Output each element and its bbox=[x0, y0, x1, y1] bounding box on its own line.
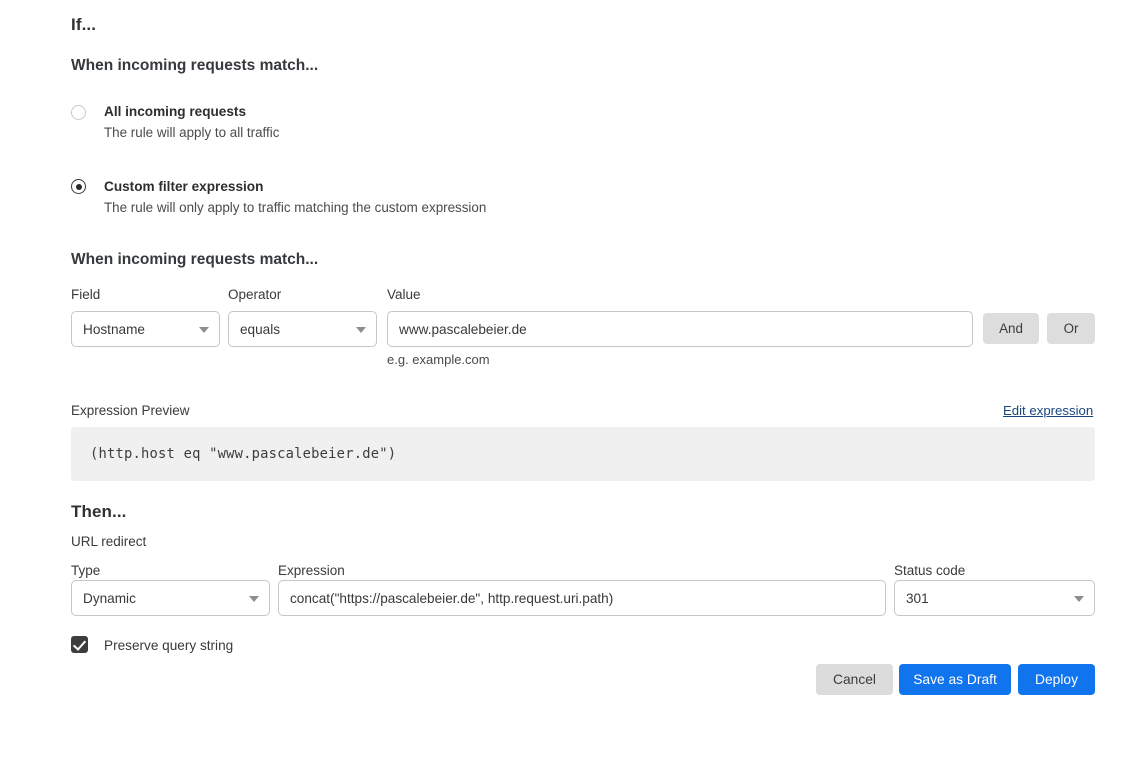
if-section-subtitle: When incoming requests match... bbox=[71, 57, 318, 75]
preserve-query-string-checkbox[interactable] bbox=[71, 636, 88, 653]
type-select[interactable]: Dynamic bbox=[71, 580, 270, 616]
field-select[interactable]: Hostname bbox=[71, 311, 220, 347]
edit-expression-link[interactable]: Edit expression bbox=[1003, 403, 1093, 418]
chevron-down-icon bbox=[356, 327, 366, 333]
value-input[interactable] bbox=[387, 311, 973, 347]
value-hint: e.g. example.com bbox=[387, 352, 490, 367]
status-code-label: Status code bbox=[894, 563, 965, 578]
check-icon bbox=[73, 637, 86, 651]
radio-selected-dot bbox=[76, 184, 82, 190]
if-section-title: If... bbox=[71, 15, 96, 35]
rule-editor-form: If... When incoming requests match... Al… bbox=[0, 0, 1133, 767]
field-label: Field bbox=[71, 287, 100, 302]
save-as-draft-button[interactable]: Save as Draft bbox=[899, 664, 1011, 695]
operator-select-value: equals bbox=[240, 322, 280, 337]
cancel-button[interactable]: Cancel bbox=[816, 664, 893, 695]
radio-description-custom-filter-expression: The rule will only apply to traffic matc… bbox=[104, 200, 486, 215]
then-section-title: Then... bbox=[71, 502, 126, 522]
field-select-value: Hostname bbox=[83, 322, 145, 337]
radio-label-all-incoming-requests: All incoming requests bbox=[104, 104, 246, 119]
radio-custom-filter-expression[interactable] bbox=[71, 179, 86, 194]
radio-description-all-incoming-requests: The rule will apply to all traffic bbox=[104, 125, 279, 140]
preserve-query-string-label: Preserve query string bbox=[104, 638, 233, 653]
value-label: Value bbox=[387, 287, 421, 302]
expression-label: Expression bbox=[278, 563, 345, 578]
or-button[interactable]: Or bbox=[1047, 313, 1095, 344]
chevron-down-icon bbox=[199, 327, 209, 333]
expression-preview-label: Expression Preview bbox=[71, 403, 190, 418]
chevron-down-icon bbox=[249, 596, 259, 602]
type-select-value: Dynamic bbox=[83, 591, 136, 606]
expression-preview-code: (http.host eq "www.pascalebeier.de") bbox=[90, 446, 396, 462]
and-button[interactable]: And bbox=[983, 313, 1039, 344]
status-code-select-value: 301 bbox=[906, 591, 929, 606]
operator-select[interactable]: equals bbox=[228, 311, 377, 347]
expression-input[interactable] bbox=[278, 580, 886, 616]
expression-preview-box: (http.host eq "www.pascalebeier.de") bbox=[71, 427, 1095, 481]
radio-all-incoming-requests[interactable] bbox=[71, 105, 86, 120]
match-section-subtitle: When incoming requests match... bbox=[71, 251, 318, 269]
operator-label: Operator bbox=[228, 287, 281, 302]
status-code-select[interactable]: 301 bbox=[894, 580, 1095, 616]
action-type-label: URL redirect bbox=[71, 534, 146, 549]
deploy-button[interactable]: Deploy bbox=[1018, 664, 1095, 695]
type-label: Type bbox=[71, 563, 100, 578]
chevron-down-icon bbox=[1074, 596, 1084, 602]
radio-label-custom-filter-expression: Custom filter expression bbox=[104, 179, 263, 194]
